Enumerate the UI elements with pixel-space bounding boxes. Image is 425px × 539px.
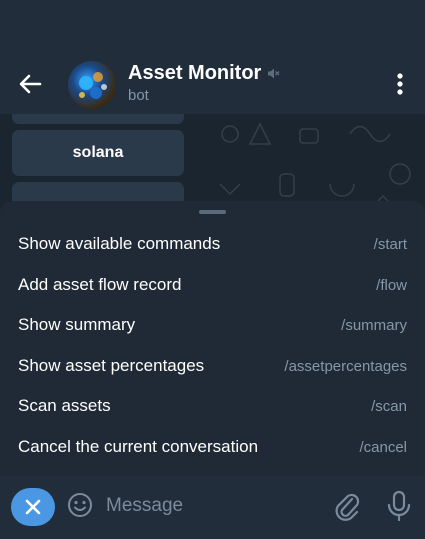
more-vertical-icon[interactable] (390, 70, 410, 98)
keyboard-button[interactable] (12, 114, 184, 124)
command-name: /assetpercentages (284, 357, 407, 375)
message-input[interactable] (104, 490, 318, 522)
chat-title[interactable]: Asset Monitor (128, 62, 261, 85)
chat-subtitle: bot (128, 87, 149, 104)
command-item-flow[interactable]: Add asset flow record /flow (0, 265, 425, 305)
message-composer (0, 476, 425, 539)
microphone-icon[interactable] (386, 489, 412, 523)
close-icon (25, 499, 41, 515)
avatar[interactable] (68, 61, 116, 109)
command-name: /start (373, 235, 407, 253)
command-name: /flow (376, 276, 407, 294)
muted-speaker-icon (268, 68, 280, 79)
command-name: /summary (341, 316, 407, 334)
command-item-start[interactable]: Show available commands /start (0, 224, 425, 264)
command-description: Add asset flow record (18, 275, 182, 294)
attach-icon[interactable] (333, 490, 361, 522)
command-description: Show asset percentages (18, 356, 205, 375)
command-item-scan[interactable]: Scan assets /scan (0, 386, 425, 426)
command-description: Cancel the current conversation (18, 437, 259, 456)
command-item-assetpercentages[interactable]: Show asset percentages /assetpercentages (0, 346, 425, 386)
back-arrow-icon[interactable] (16, 70, 44, 98)
drag-handle[interactable] (199, 210, 226, 214)
chat-header: Asset Monitor bot (0, 0, 425, 114)
keyboard-button-solana[interactable]: solana (12, 130, 184, 176)
command-item-cancel[interactable]: Cancel the current conversation /cancel (0, 427, 425, 467)
command-description: Show summary (18, 315, 136, 334)
command-item-summary[interactable]: Show summary /summary (0, 305, 425, 345)
emoji-icon[interactable] (66, 491, 94, 519)
command-description: Scan assets (18, 396, 111, 415)
command-name: /scan (371, 397, 407, 415)
close-commands-button[interactable] (11, 488, 55, 526)
command-name: /cancel (359, 438, 407, 456)
command-description: Show available commands (18, 234, 221, 253)
